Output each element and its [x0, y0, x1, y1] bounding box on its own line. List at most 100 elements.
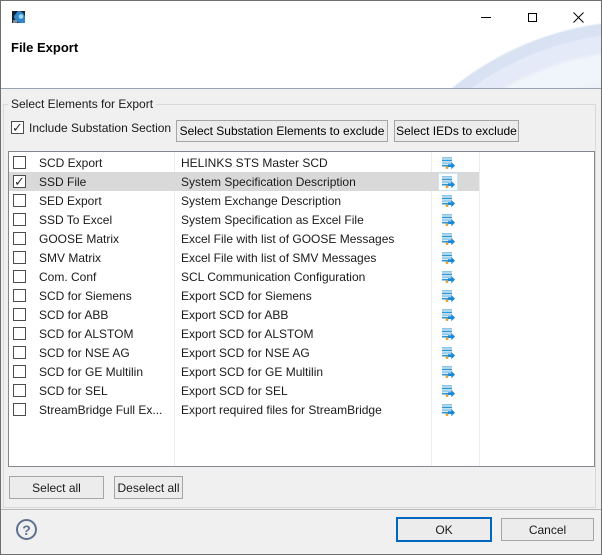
- icon-cell: [424, 401, 472, 419]
- table-row[interactable]: SMV Matrix Excel File with list of SMV M…: [9, 248, 479, 267]
- icon-cell: [424, 230, 472, 248]
- export-file-icon: [438, 268, 458, 286]
- export-file-icon: [438, 287, 458, 305]
- export-type-name: SCD Export: [39, 156, 174, 170]
- table-row[interactable]: Com. Conf SCL Communication Configuratio…: [9, 267, 479, 286]
- row-checkbox[interactable]: [13, 308, 26, 321]
- question-mark-icon: ?: [22, 522, 31, 538]
- export-options-table: SCD Export HELINKS STS Master SCD SSD Fi…: [8, 151, 595, 467]
- table-rows: SCD Export HELINKS STS Master SCD SSD Fi…: [9, 153, 594, 419]
- table-row[interactable]: SCD for ABB Export SCD for ABB: [9, 305, 479, 324]
- table-row[interactable]: SSD File System Specification Descriptio…: [9, 172, 479, 191]
- row-checkbox[interactable]: [13, 213, 26, 226]
- row-checkbox[interactable]: [13, 346, 26, 359]
- table-row[interactable]: GOOSE Matrix Excel File with list of GOO…: [9, 229, 479, 248]
- select-ieds-to-exclude-button[interactable]: Select IEDs to exclude: [394, 120, 519, 142]
- row-checkbox[interactable]: [13, 175, 26, 188]
- export-type-description: SCL Communication Configuration: [174, 270, 424, 284]
- export-file-icon: [438, 192, 458, 210]
- table-row[interactable]: SCD for ALSTOM Export SCD for ALSTOM: [9, 324, 479, 343]
- export-type-name: SCD for ABB: [39, 308, 174, 322]
- export-type-name: SED Export: [39, 194, 174, 208]
- export-type-description: Export SCD for Siemens: [174, 289, 424, 303]
- export-type-description: Export SCD for NSE AG: [174, 346, 424, 360]
- group-label: Select Elements for Export: [8, 97, 156, 111]
- export-file-icon: [438, 154, 458, 172]
- table-row[interactable]: SCD Export HELINKS STS Master SCD: [9, 153, 479, 172]
- close-icon: [573, 12, 584, 23]
- maximize-icon: [528, 13, 537, 22]
- icon-cell: [424, 287, 472, 305]
- export-type-name: StreamBridge Full Ex...: [39, 403, 174, 417]
- export-file-icon: [438, 325, 458, 343]
- page-title: File Export: [11, 40, 78, 55]
- cancel-button[interactable]: Cancel: [501, 518, 594, 541]
- export-type-description: Export SCD for GE Multilin: [174, 365, 424, 379]
- table-row[interactable]: SCD for NSE AG Export SCD for NSE AG: [9, 343, 479, 362]
- icon-cell: [424, 173, 472, 191]
- help-button[interactable]: ?: [16, 519, 37, 540]
- export-type-description: HELINKS STS Master SCD: [174, 156, 424, 170]
- include-substation-label[interactable]: Include Substation Section: [29, 121, 171, 135]
- minimize-button[interactable]: [463, 1, 509, 33]
- export-file-icon: [438, 249, 458, 267]
- table-row[interactable]: SSD To Excel System Specification as Exc…: [9, 210, 479, 229]
- file-export-dialog: File Export Select Elements for Export I…: [0, 0, 602, 555]
- table-row[interactable]: SCD for GE Multilin Export SCD for GE Mu…: [9, 362, 479, 381]
- export-file-icon: [438, 173, 458, 191]
- select-all-button[interactable]: Select all: [9, 476, 104, 499]
- icon-cell: [424, 268, 472, 286]
- export-type-name: SCD for ALSTOM: [39, 327, 174, 341]
- dialog-body: Select Elements for Export Include Subst…: [1, 90, 601, 510]
- include-substation-checkbox[interactable]: [11, 121, 24, 134]
- export-type-description: System Specification as Excel File: [174, 213, 424, 227]
- row-checkbox[interactable]: [13, 251, 26, 264]
- table-row[interactable]: SCD for SEL Export SCD for SEL: [9, 381, 479, 400]
- export-type-description: Export SCD for ABB: [174, 308, 424, 322]
- deselect-all-button[interactable]: Deselect all: [114, 476, 183, 499]
- export-type-description: Export required files for StreamBridge: [174, 403, 424, 417]
- row-checkbox[interactable]: [13, 365, 26, 378]
- ok-button[interactable]: OK: [396, 517, 492, 542]
- export-type-name: SSD To Excel: [39, 213, 174, 227]
- export-type-name: SCD for NSE AG: [39, 346, 174, 360]
- export-file-icon: [438, 382, 458, 400]
- table-row[interactable]: StreamBridge Full Ex... Export required …: [9, 400, 479, 419]
- app-icon: [11, 9, 27, 25]
- row-checkbox[interactable]: [13, 327, 26, 340]
- row-checkbox[interactable]: [13, 289, 26, 302]
- row-checkbox[interactable]: [13, 384, 26, 397]
- export-type-description: Export SCD for SEL: [174, 384, 424, 398]
- icon-cell: [424, 154, 472, 172]
- export-type-name: SCD for GE Multilin: [39, 365, 174, 379]
- close-button[interactable]: [555, 1, 601, 33]
- export-type-name: GOOSE Matrix: [39, 232, 174, 246]
- minimize-icon: [481, 17, 491, 18]
- icon-cell: [424, 344, 472, 362]
- table-row[interactable]: SCD for Siemens Export SCD for Siemens: [9, 286, 479, 305]
- export-type-name: SMV Matrix: [39, 251, 174, 265]
- row-checkbox[interactable]: [13, 156, 26, 169]
- row-checkbox[interactable]: [13, 194, 26, 207]
- export-type-description: System Specification Description: [174, 175, 424, 189]
- maximize-button[interactable]: [509, 1, 555, 33]
- row-checkbox[interactable]: [13, 403, 26, 416]
- export-type-description: Export SCD for ALSTOM: [174, 327, 424, 341]
- select-substation-elements-to-exclude-button[interactable]: Select Substation Elements to exclude: [176, 120, 388, 142]
- icon-cell: [424, 306, 472, 324]
- window-controls: [463, 1, 601, 33]
- dialog-button-bar: ? OK Cancel: [1, 509, 601, 554]
- export-type-name: SCD for SEL: [39, 384, 174, 398]
- export-type-name: Com. Conf: [39, 270, 174, 284]
- row-checkbox[interactable]: [13, 270, 26, 283]
- icon-cell: [424, 382, 472, 400]
- export-type-description: System Exchange Description: [174, 194, 424, 208]
- table-row[interactable]: SED Export System Exchange Description: [9, 191, 479, 210]
- export-file-icon: [438, 211, 458, 229]
- row-checkbox[interactable]: [13, 232, 26, 245]
- export-file-icon: [438, 230, 458, 248]
- export-type-description: Excel File with list of SMV Messages: [174, 251, 424, 265]
- icon-cell: [424, 211, 472, 229]
- export-file-icon: [438, 344, 458, 362]
- export-file-icon: [438, 306, 458, 324]
